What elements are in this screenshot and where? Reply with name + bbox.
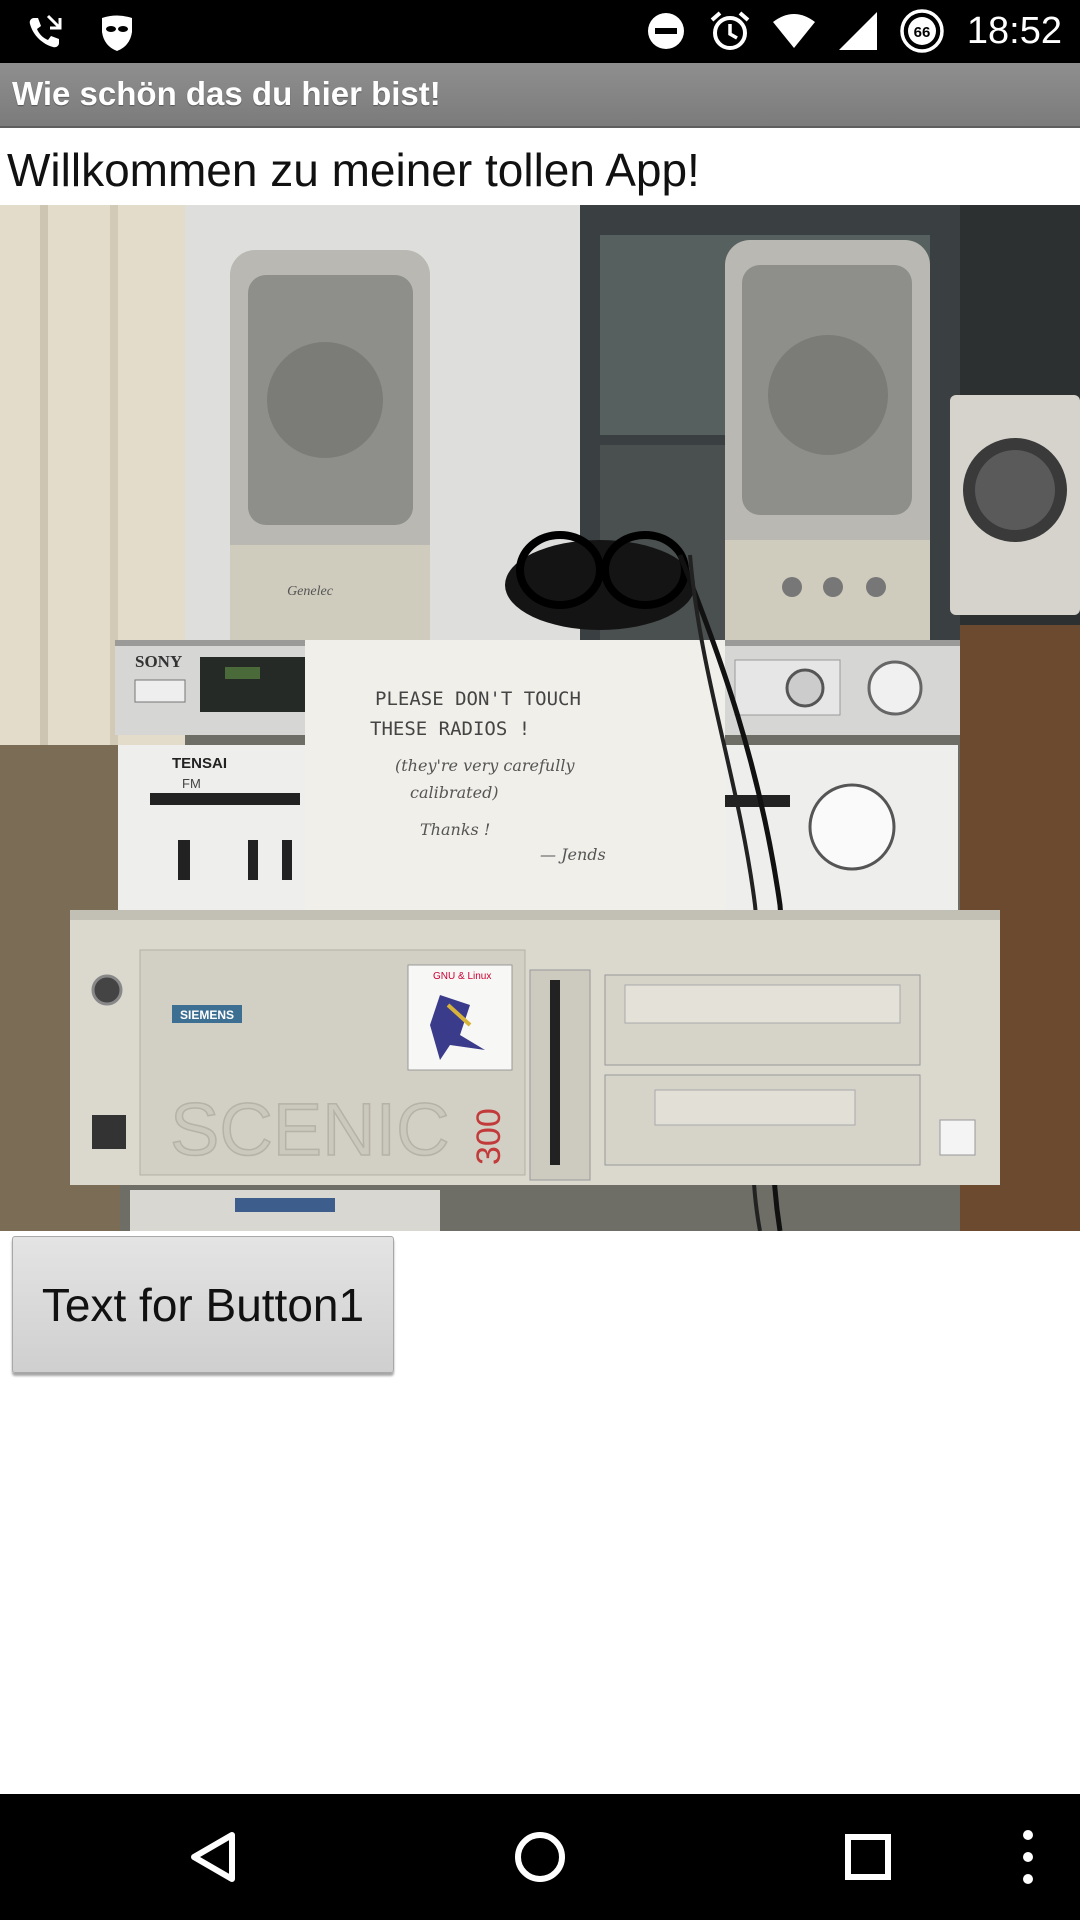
recents-icon[interactable] (818, 1807, 918, 1907)
status-bar: 66 18:52 (0, 0, 1080, 63)
note-line-3: (they're very carefully (395, 756, 575, 775)
navigation-bar (0, 1794, 1080, 1920)
do-not-disturb-icon (647, 13, 684, 49)
equipment-photo: Genelec SONY TENSAI FM PLEASE DON'T TOUC… (0, 205, 1080, 1231)
button1[interactable]: Text for Button1 (12, 1236, 394, 1373)
missed-call-icon (29, 14, 62, 48)
note-line-5: Thanks ! (420, 820, 490, 839)
model-number-label: 300 (470, 1108, 508, 1165)
sticker-text: GNU & Linux (433, 971, 491, 982)
app-title: Wie schön das du hier bist! (12, 75, 441, 112)
signal-icon (838, 12, 877, 50)
status-bar-right: 66 18:52 (643, 8, 1062, 54)
app-title-bar: Wie schön das du hier bist! (0, 63, 1080, 128)
battery-icon: 66 (900, 9, 944, 53)
note-line-4: calibrated) (410, 783, 499, 802)
scenic-label: SCENIC (170, 1088, 450, 1171)
home-icon[interactable] (490, 1807, 590, 1907)
back-icon[interactable] (162, 1807, 262, 1907)
alarm-icon (710, 11, 750, 50)
status-time: 18:52 (966, 10, 1062, 52)
siemens-label: SIEMENS (180, 1008, 234, 1022)
battery-level: 66 (914, 24, 931, 41)
note-line-2: THESE RADIOS ! (370, 718, 530, 740)
overflow-menu-icon[interactable] (978, 1807, 1078, 1907)
note-line-1: PLEASE DON'T TOUCH (375, 688, 581, 710)
speaker-brand-label: Genelec (287, 584, 334, 599)
privacy-mask-icon (102, 15, 132, 51)
tensai-label: TENSAI (172, 755, 227, 772)
wifi-icon (772, 14, 815, 48)
sony-label: SONY (135, 652, 182, 671)
welcome-text: Willkommen zu meiner tollen App! (7, 144, 700, 196)
note-line-6: — Jends (540, 845, 606, 864)
fm-label: FM (182, 776, 201, 791)
status-bar-left (22, 10, 140, 56)
